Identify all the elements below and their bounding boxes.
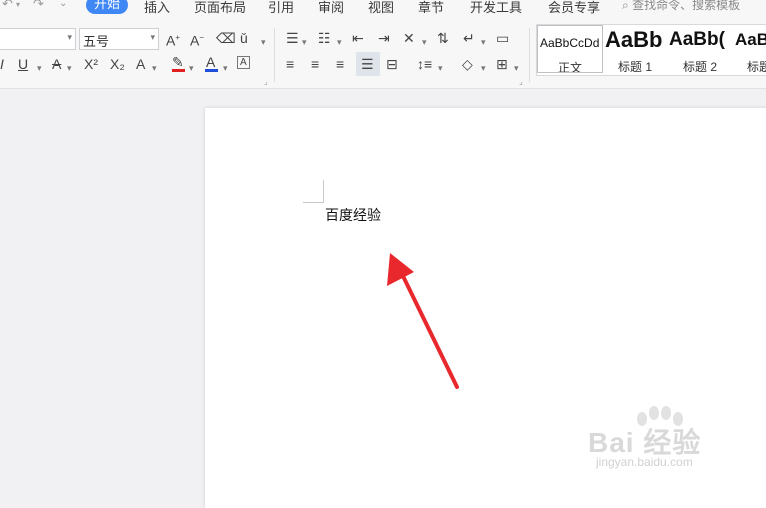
watermark-url: jingyan.baidu.com <box>596 455 693 469</box>
watermark: Bai 经验 jingyan.baidu.com <box>588 405 766 475</box>
